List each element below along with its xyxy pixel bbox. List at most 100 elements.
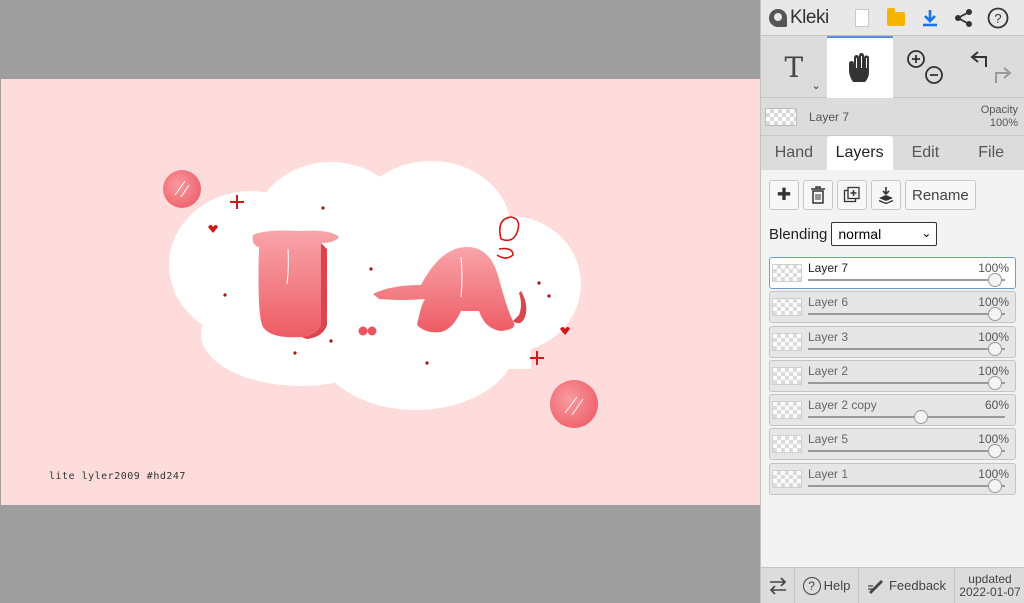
layer-thumbnail — [772, 264, 802, 282]
opacity-label: Opacity — [980, 103, 1018, 116]
layer-thumbnail — [772, 469, 802, 488]
layer-opacity-knob[interactable] — [988, 478, 1002, 493]
pink-bubble-bottom — [550, 380, 598, 428]
layer-row[interactable]: Layer 3 100% — [769, 325, 1016, 358]
layer-opacity-slider[interactable] — [808, 450, 1005, 453]
blending-mode-select[interactable]: normal ⌄ — [831, 222, 938, 246]
layer-opacity-slider[interactable] — [808, 484, 1005, 487]
layer-opacity-knob[interactable] — [988, 444, 1002, 459]
layer-opacity-slider[interactable] — [808, 381, 1005, 384]
new-document-button[interactable] — [845, 0, 879, 36]
undo-redo-tool[interactable] — [958, 36, 1024, 98]
layer-row[interactable]: Layer 2 100% — [769, 359, 1016, 392]
blending-mode-value: normal — [838, 226, 882, 242]
updated-label: updated — [968, 571, 1012, 586]
zoom-out-icon — [925, 66, 944, 84]
help-circle-icon: ? — [802, 576, 821, 595]
layer-row[interactable]: Layer 7 100% — [769, 257, 1016, 289]
duplicate-icon — [843, 186, 860, 203]
download-button[interactable] — [913, 0, 947, 36]
layer-thumbnail — [772, 332, 802, 351]
layer-row[interactable]: Layer 2 copy 60% — [769, 394, 1016, 427]
chevron-down-icon[interactable]: ⌄ — [812, 79, 821, 92]
layer-list: Layer 7 100% Layer 6 100% Layer 3 100% Layer 2… — [769, 257, 1016, 495]
help-link-label: Help — [823, 578, 851, 593]
plus-icon: ✚ — [776, 185, 792, 204]
add-layer-button[interactable]: ✚ — [769, 180, 799, 210]
layer-opacity-knob[interactable] — [914, 410, 929, 425]
feedback-link[interactable]: Feedback — [859, 568, 955, 603]
feedback-link-label: Feedback — [888, 578, 947, 593]
text-tool[interactable]: T ⌄ — [761, 36, 827, 98]
layer-opacity-slider[interactable] — [808, 347, 1005, 350]
help-button[interactable]: ? — [981, 0, 1015, 36]
help-link[interactable]: ? Help — [795, 568, 859, 603]
current-layer-opacity: Opacity 100% — [981, 104, 1018, 130]
tab-edit[interactable]: Edit — [893, 136, 959, 170]
kleki-logo-icon — [769, 8, 787, 27]
layer-row[interactable]: Layer 5 100% — [769, 428, 1016, 461]
layer-thumbnail — [772, 366, 802, 385]
zoom-icons — [907, 50, 944, 84]
download-icon — [923, 9, 937, 26]
duplicate-layer-button[interactable] — [837, 180, 867, 210]
zoom-tool[interactable] — [893, 36, 959, 98]
layer-opacity-knob[interactable] — [988, 375, 1002, 390]
layer-name: Layer 1 — [808, 466, 849, 481]
layer-name: Layer 2 — [808, 363, 849, 378]
layer-row[interactable]: Layer 6 100% — [769, 291, 1016, 324]
zoom-in-icon — [907, 50, 926, 68]
top-toolbar: Kleki ? — [761, 0, 1024, 36]
layer-name: Layer 5 — [808, 432, 849, 447]
delete-layer-button[interactable] — [803, 180, 833, 210]
blending-row: Blending normal ⌄ — [769, 221, 1016, 247]
layer-opacity-slider[interactable] — [808, 279, 1005, 281]
tab-layers[interactable]: Layers — [826, 136, 893, 170]
share-icon — [955, 8, 972, 27]
layer-name: Layer 6 — [808, 295, 849, 310]
updated-date: 2022-01-07 — [959, 584, 1021, 599]
pink-bubble-top — [163, 170, 201, 208]
layers-panel: ✚ Rename Blending normal ⌄ Layer 7 100% … — [761, 170, 1024, 567]
tool-row: T ⌄ — [761, 36, 1024, 98]
merge-down-button[interactable] — [871, 180, 901, 210]
layer-thumbnail — [772, 298, 802, 317]
layer-name: Layer 3 — [808, 329, 849, 344]
current-layer-thumbnail — [765, 107, 797, 126]
changelog-link[interactable]: updated 2022-01-07 — [955, 568, 1024, 603]
trash-icon — [811, 186, 825, 204]
side-panel: Kleki ? T ⌄ Layer 7 Opacity 100% Hand La… — [760, 0, 1024, 603]
panel-tabs: Hand Layers Edit File — [761, 136, 1024, 170]
drawing-canvas[interactable]: lite lyler2009 #hd247 — [1, 79, 760, 505]
layer-thumbnail — [772, 435, 802, 454]
open-file-button[interactable] — [879, 0, 913, 36]
kleki-logo[interactable]: Kleki — [761, 7, 845, 29]
open-folder-icon — [887, 8, 905, 26]
bottom-bar: ? Help Feedback updated 2022-01-07 — [761, 567, 1024, 603]
text-tool-glyph: T — [784, 50, 804, 84]
current-layer-info: Layer 7 Opacity 100% — [761, 98, 1024, 136]
layer-opacity-knob[interactable] — [988, 307, 1002, 322]
layer-name: Layer 7 — [808, 261, 849, 275]
blending-label: Blending — [769, 225, 828, 243]
hand-tool[interactable] — [826, 36, 893, 98]
artist-signature: lite lyler2009 #hd247 — [49, 471, 186, 482]
layer-row[interactable]: Layer 1 100% — [769, 462, 1016, 495]
rename-layer-button[interactable]: Rename — [905, 180, 976, 210]
hand-icon — [848, 53, 869, 82]
layer-action-buttons: ✚ Rename — [769, 180, 1016, 212]
tab-file[interactable]: File — [958, 136, 1024, 170]
new-document-icon — [855, 8, 869, 27]
layer-name: Layer 2 copy — [808, 398, 877, 413]
svg-text:?: ? — [994, 11, 1001, 26]
current-layer-name: Layer 7 — [809, 109, 850, 124]
swap-side-button[interactable] — [761, 568, 795, 603]
swap-arrows-icon — [769, 576, 786, 595]
share-button[interactable] — [947, 0, 981, 36]
layer-opacity-knob[interactable] — [988, 273, 1002, 287]
tab-hand[interactable]: Hand — [761, 136, 827, 170]
layer-opacity-knob[interactable] — [988, 341, 1002, 356]
layer-opacity-slider[interactable] — [808, 416, 1005, 419]
layer-opacity-slider[interactable] — [808, 313, 1005, 316]
canvas-workspace[interactable]: lite lyler2009 #hd247 — [0, 0, 760, 603]
